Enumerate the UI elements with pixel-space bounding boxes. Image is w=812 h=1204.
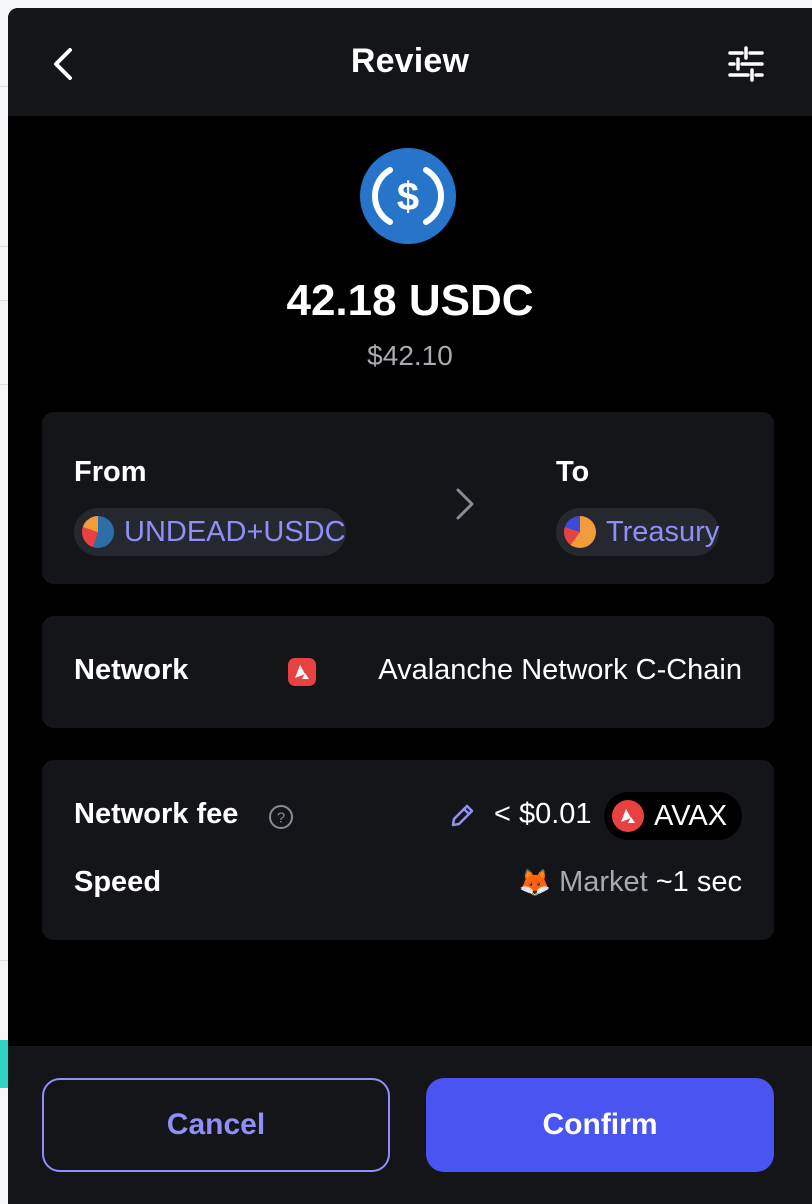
from-account-name: UNDEAD+USDC: [124, 515, 346, 548]
review-dialog: Review $ 42.18 USDC $42.10 From UNDEAD+U…: [8, 8, 812, 1204]
network-card: Network Avalanche Network C-Chain: [42, 616, 774, 728]
avax-icon: [612, 800, 644, 832]
from-label: From: [74, 456, 147, 488]
route-card: From UNDEAD+USDC To Treasury: [42, 412, 774, 584]
token-amount: 42.18 USDC: [286, 276, 534, 325]
network-fee-label: Network fee: [74, 798, 239, 830]
sliders-icon: [728, 46, 764, 82]
speed-mode: Market: [559, 866, 648, 898]
footer-actions: Cancel Confirm: [8, 1046, 812, 1204]
fee-token-pill: AVAX: [604, 792, 742, 840]
settings-button[interactable]: [726, 44, 766, 84]
to-label: To: [556, 456, 590, 488]
speed-selector[interactable]: 🦊 Market ~1 sec: [519, 866, 742, 899]
network-name: Avalanche Network C-Chain: [378, 654, 742, 686]
account-avatar: [564, 516, 596, 548]
svg-text:?: ?: [277, 810, 285, 827]
question-circle-icon[interactable]: ?: [268, 804, 294, 830]
to-account-pill[interactable]: Treasury: [556, 508, 720, 556]
account-avatar: [82, 516, 114, 548]
svg-text:$: $: [397, 175, 419, 219]
fee-card: Network fee ? < $0.01 AVAX Speed 🦊 Marke…: [42, 760, 774, 940]
network-label: Network: [74, 654, 189, 686]
to-account-name: Treasury: [606, 515, 720, 548]
page-title: Review: [350, 42, 470, 80]
chevron-right-icon: [456, 488, 474, 520]
fee-token: AVAX: [654, 799, 728, 832]
avalanche-icon: [288, 658, 316, 686]
fee-value: < $0.01: [494, 798, 592, 830]
speed-time: ~1 sec: [655, 866, 742, 898]
fiat-amount: $42.10: [367, 340, 453, 371]
speed-label: Speed: [74, 866, 162, 898]
pencil-icon[interactable]: [448, 802, 476, 830]
fox-icon: 🦊: [518, 867, 552, 898]
confirm-button[interactable]: Confirm: [426, 1078, 774, 1172]
header: Review: [8, 8, 812, 116]
usdc-icon: $: [360, 148, 456, 244]
from-account-pill[interactable]: UNDEAD+USDC: [74, 508, 346, 556]
cancel-button[interactable]: Cancel: [42, 1078, 390, 1172]
